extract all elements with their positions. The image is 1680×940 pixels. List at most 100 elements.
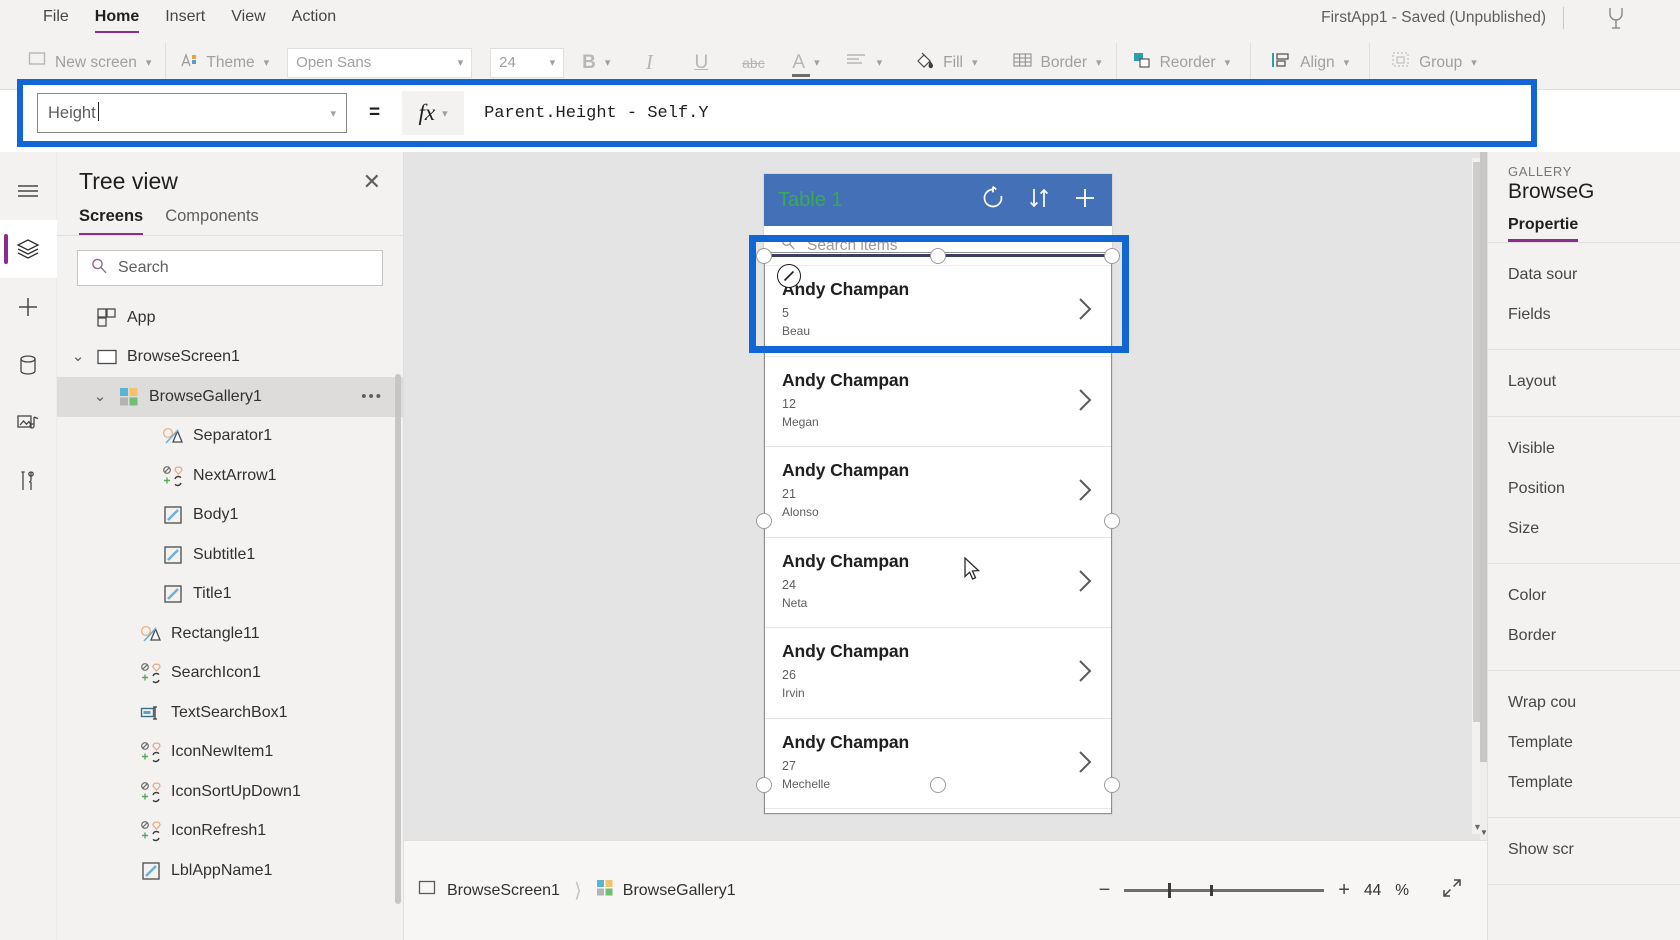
properties-tabs: Propertie — [1488, 206, 1680, 243]
gallery-item[interactable]: Andy Champan 21 Alonso — [764, 447, 1112, 538]
close-icon[interactable]: ✕ — [363, 170, 381, 193]
resize-handle-bottom-right[interactable] — [1104, 777, 1120, 793]
data-icon[interactable] — [0, 336, 57, 394]
breadcrumb-gallery[interactable]: BrowseGallery1 — [582, 871, 750, 911]
template-handle-right[interactable] — [1104, 248, 1120, 264]
property-row-position[interactable]: Position — [1488, 469, 1680, 509]
tree-item-app[interactable]: App — [57, 298, 403, 338]
breadcrumb-screen[interactable]: BrowseScreen1 — [404, 871, 574, 911]
menu-item-home[interactable]: Home — [82, 0, 152, 36]
property-row-wrap-cou[interactable]: Wrap cou — [1488, 683, 1680, 723]
menu-item-view[interactable]: View — [218, 0, 278, 36]
advanced-tools-icon[interactable] — [0, 452, 57, 510]
zoom-out-button[interactable]: − — [1099, 879, 1111, 902]
group-button[interactable]: Group ▾ — [1380, 43, 1487, 83]
border-button[interactable]: Border ▾ — [1002, 43, 1112, 83]
tree-view-scrollbar[interactable] — [395, 374, 401, 904]
tree-item-iconnewitem1[interactable]: IconNewItem1 — [57, 733, 403, 773]
bold-button[interactable]: B ▾ — [564, 43, 616, 83]
tree-item-separator1[interactable]: Separator1 — [57, 417, 403, 457]
theme-button[interactable]: Theme ▾ — [170, 43, 279, 83]
new-screen-button[interactable]: New screen ▾ — [18, 43, 161, 83]
property-row-layout[interactable]: Layout — [1488, 362, 1680, 402]
align-button[interactable]: Align ▾ — [1261, 43, 1359, 83]
sort-updown-icon[interactable] — [1028, 185, 1050, 216]
property-row-template[interactable]: Template — [1488, 763, 1680, 803]
tree-item-browsegallery1[interactable]: ⌄ BrowseGallery1 ••• — [57, 377, 403, 417]
property-row-border[interactable]: Border — [1488, 616, 1680, 656]
template-handle-center[interactable] — [930, 248, 946, 264]
media-icon[interactable] — [0, 394, 57, 452]
menu-item-insert[interactable]: Insert — [152, 0, 218, 36]
property-row-color[interactable]: Color — [1488, 576, 1680, 616]
fit-screen-icon[interactable] — [1441, 877, 1463, 904]
tree-item-more-icon[interactable]: ••• — [361, 388, 383, 405]
property-row-data-sour[interactable]: Data sour — [1488, 255, 1680, 295]
resize-handle-left-mid[interactable] — [756, 513, 772, 529]
next-arrow-icon[interactable] — [1074, 658, 1096, 684]
font-family-select[interactable]: Open Sans ▾ — [287, 47, 473, 78]
tree-item-nextarrow1[interactable]: NextArrow1 — [57, 456, 403, 496]
user-account-icon[interactable] — [1600, 2, 1632, 34]
font-size-select[interactable]: 24 ▾ — [490, 47, 565, 78]
fill-button[interactable]: Fill ▾ — [904, 43, 987, 83]
tree-item-searchicon1[interactable]: SearchIcon1 — [57, 654, 403, 694]
edit-pencil-icon[interactable] — [777, 264, 801, 288]
tab-screens[interactable]: Screens — [79, 207, 144, 235]
gallery-item[interactable]: Andy Champan 24 Neta — [764, 538, 1112, 628]
tree-item-iconrefresh1[interactable]: IconRefresh1 — [57, 812, 403, 852]
property-row-show-scr[interactable]: Show scr — [1488, 830, 1680, 870]
add-icon[interactable] — [1072, 185, 1098, 216]
tab-properties[interactable]: Propertie — [1508, 216, 1579, 242]
tree-item-iconsortupdown1[interactable]: IconSortUpDown1 — [57, 772, 403, 812]
insert-icon[interactable] — [0, 278, 57, 336]
italic-button[interactable]: I — [630, 43, 668, 83]
template-handle-left[interactable] — [756, 248, 772, 264]
next-arrow-icon[interactable] — [1074, 296, 1096, 322]
chevron-down-icon[interactable]: ⌄ — [69, 349, 87, 364]
strikethrough-button[interactable]: abc — [734, 43, 772, 83]
underline-button[interactable]: U — [682, 43, 720, 83]
resize-handle-bottom-center[interactable] — [930, 777, 946, 793]
tree-item-title1[interactable]: Title1 — [57, 575, 403, 615]
zoom-in-button[interactable]: + — [1338, 879, 1350, 902]
tab-components[interactable]: Components — [165, 207, 259, 235]
next-arrow-icon[interactable] — [1074, 387, 1096, 413]
tree-item-body1[interactable]: Body1 — [57, 496, 403, 536]
menu-item-action[interactable]: Action — [279, 0, 349, 36]
tree-item-rectangle11[interactable]: Rectangle11 — [57, 614, 403, 654]
properties-kicker: GALLERY — [1508, 164, 1572, 179]
tree-item-subtitle1[interactable]: Subtitle1 — [57, 535, 403, 575]
property-row-size[interactable]: Size — [1488, 509, 1680, 549]
text-align-button[interactable]: ▾ — [840, 43, 889, 83]
next-arrow-icon[interactable] — [1074, 749, 1096, 775]
property-select[interactable]: Height ▾ — [37, 93, 347, 133]
formula-input[interactable]: Parent.Height - Self.Y — [464, 91, 1517, 135]
next-arrow-icon[interactable] — [1074, 568, 1096, 594]
resize-handle-right-mid[interactable] — [1104, 513, 1120, 529]
gallery-item[interactable]: Andy Champan 26 Irvin — [764, 628, 1112, 719]
zoom-slider[interactable] — [1124, 883, 1325, 898]
zoom-slider-thumb[interactable] — [1168, 883, 1171, 898]
tree-item-list: App ⌄ BrowseScreen1 ⌄ BrowseGallery1 ••• Separ… — [57, 294, 403, 891]
gallery-item[interactable]: Andy Champan 5 Beau — [764, 266, 1112, 357]
gallery-item[interactable]: Andy Champan 12 Megan — [764, 357, 1112, 447]
menu-item-file[interactable]: File — [30, 0, 82, 36]
refresh-icon[interactable] — [980, 185, 1006, 216]
next-arrow-icon[interactable] — [1074, 477, 1096, 503]
hamburger-menu-icon[interactable] — [0, 162, 57, 220]
property-row-template[interactable]: Template — [1488, 723, 1680, 763]
tree-item-browsescreen1[interactable]: ⌄ BrowseScreen1 — [57, 338, 403, 378]
property-row-visible[interactable]: Visible — [1488, 429, 1680, 469]
gallery-item[interactable]: Andy Champan 27 Mechelle — [764, 719, 1112, 809]
fx-expand-button[interactable]: fx ▾ — [402, 91, 465, 135]
property-row-fields[interactable]: Fields — [1488, 295, 1680, 335]
tree-view-icon[interactable] — [0, 220, 57, 278]
resize-handle-bottom-left[interactable] — [756, 777, 772, 793]
reorder-button[interactable]: Reorder ▾ — [1121, 43, 1241, 83]
tree-item-lblappname1[interactable]: LblAppName1 — [57, 851, 403, 891]
tree-search-input[interactable]: Search — [77, 250, 383, 286]
font-color-button[interactable]: A ▾ — [786, 43, 825, 83]
chevron-down-icon[interactable]: ⌄ — [91, 389, 109, 404]
tree-item-textsearchbox1[interactable]: TextSearchBox1 — [57, 693, 403, 733]
